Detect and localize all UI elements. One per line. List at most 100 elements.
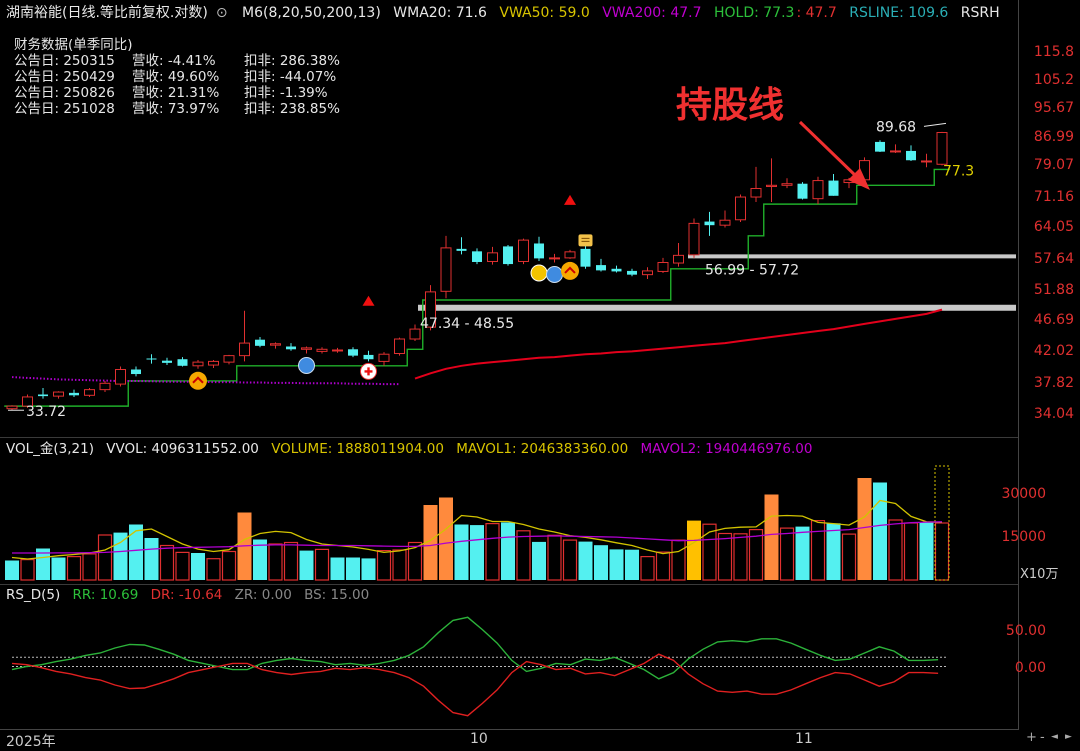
- volume-bar: [873, 482, 887, 580]
- candle: [286, 343, 296, 351]
- candle: [239, 310, 250, 362]
- volume-bar: [97, 534, 113, 581]
- volume-bar: [717, 532, 733, 581]
- volume-bar: [687, 520, 701, 580]
- volume-bar: [439, 497, 453, 580]
- candle: [348, 347, 358, 358]
- volume-bar: [144, 538, 159, 580]
- volume-bar: [640, 555, 655, 581]
- volume-bar: [934, 522, 950, 581]
- support-zone-lower: [418, 304, 1016, 311]
- candle-body: [69, 392, 79, 396]
- volume-bars: [5, 465, 950, 581]
- candle-body: [766, 184, 777, 187]
- candle-body: [6, 405, 18, 410]
- candle: [627, 268, 637, 277]
- zoom-out-button[interactable]: -: [1040, 730, 1045, 745]
- candle: [131, 366, 141, 377]
- candle: [255, 336, 265, 348]
- candle-body: [363, 354, 374, 360]
- volume-bar: [594, 545, 608, 580]
- candle-body: [611, 268, 622, 272]
- candle: [812, 176, 824, 205]
- rr-line: [11, 616, 939, 680]
- candle: [487, 246, 498, 265]
- volume-unit: X10万: [1020, 567, 1059, 582]
- candle: [596, 258, 606, 272]
- volume-bar: [346, 557, 360, 580]
- volume-bar: [733, 533, 748, 581]
- candle-body: [208, 360, 219, 366]
- candle-body: [487, 252, 498, 262]
- candle: [223, 354, 235, 365]
- candle-body: [750, 187, 762, 198]
- candle-body: [503, 246, 513, 265]
- scroll-right-button[interactable]: ►: [1065, 732, 1072, 742]
- clipboard-icon: [578, 234, 593, 247]
- volume-bar: [501, 522, 515, 580]
- candle-body: [534, 243, 544, 259]
- annotation-arrow: [798, 120, 870, 190]
- candle: [735, 194, 746, 223]
- scroll-left-button[interactable]: ◄: [1051, 732, 1058, 742]
- volume-bar: [392, 549, 407, 581]
- price-labels: 33.72 89.68 77.3 47.34 - 48.55 56.99 - 5…: [8, 119, 974, 420]
- candle: [363, 350, 374, 362]
- volume-bar: [470, 525, 484, 580]
- candle: [38, 388, 48, 399]
- candle-body: [580, 248, 591, 267]
- price-tick: 86.99: [1033, 129, 1074, 145]
- money-bag-icon: [530, 264, 548, 282]
- candle: [797, 182, 808, 200]
- candle-body: [38, 394, 48, 397]
- candles: [6, 131, 948, 411]
- candle: [503, 244, 513, 266]
- volume-bar: [51, 557, 66, 580]
- candle-body: [84, 389, 95, 396]
- candle-body: [192, 361, 204, 367]
- signal-markers: [189, 194, 593, 390]
- date-label-oct: 10: [470, 731, 488, 747]
- candle-body: [828, 180, 839, 196]
- candle-body: [549, 257, 560, 260]
- candle-body: [162, 360, 172, 363]
- volume-bar: [206, 558, 221, 581]
- volume-bar: [625, 549, 639, 580]
- up-arrow-icon: [189, 371, 207, 390]
- candle: [688, 218, 700, 258]
- volume-bar: [268, 543, 283, 581]
- volume-bar: [314, 548, 330, 581]
- candle: [409, 324, 421, 342]
- candle-body: [286, 346, 296, 350]
- volume-bar: [826, 523, 841, 580]
- zone-label: 47.34 - 48.55: [420, 316, 514, 332]
- candle: [270, 342, 281, 349]
- candle-body: [223, 355, 235, 363]
- price-axis-line: [1018, 0, 1019, 730]
- chart-canvas[interactable]: 33.72 89.68 77.3 47.34 - 48.55 56.99 - 5…: [0, 0, 1018, 730]
- candle-body: [348, 349, 358, 356]
- candle: [472, 248, 482, 265]
- price-tick: 64.05: [1033, 219, 1074, 235]
- candle-body: [332, 349, 343, 352]
- candle: [921, 153, 932, 168]
- volume-bar: [779, 527, 795, 581]
- price-tick: 34.04: [1033, 406, 1074, 422]
- volume-bar: [361, 558, 376, 580]
- price-tick: 115.8: [1033, 44, 1074, 60]
- volume-bar: [5, 560, 19, 580]
- price-lines: [4, 168, 950, 407]
- candle-body: [890, 150, 901, 153]
- volume-bar: [888, 519, 903, 581]
- candle-body: [673, 254, 684, 264]
- volume-bar: [129, 524, 143, 580]
- candle: [657, 257, 669, 274]
- volume-bar: [330, 557, 345, 580]
- zoom-in-button[interactable]: +: [1026, 730, 1037, 745]
- rs-tick: 0.00: [1014, 660, 1046, 676]
- candle: [906, 145, 916, 161]
- candle: [177, 357, 188, 367]
- candle-body: [518, 239, 529, 262]
- candle-body: [146, 358, 157, 360]
- candle-body: [255, 339, 265, 346]
